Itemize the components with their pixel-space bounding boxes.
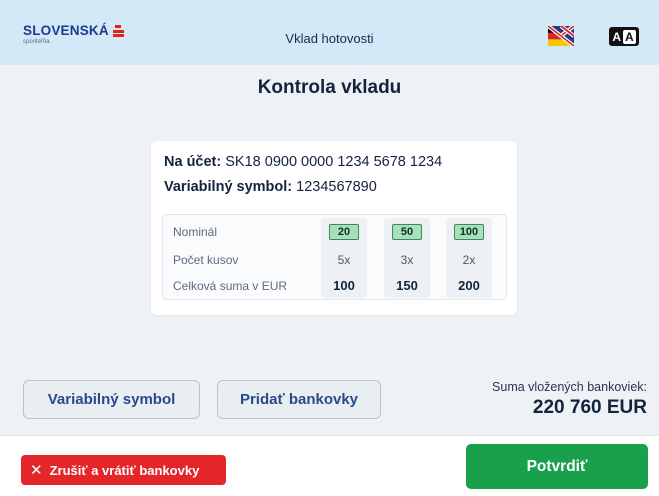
variable-symbol-label: Variabilný symbol: <box>164 179 293 195</box>
total-value: 100 <box>333 278 355 293</box>
total-value: 150 <box>396 278 418 293</box>
cancel-return-button[interactable]: ✕ Zrušiť a vrátiť bankovky <box>21 455 226 485</box>
banknotes-table: Nominál Počet kusov Celková suma v EUR 2… <box>162 214 507 300</box>
row-label-total: Celková suma v EUR <box>173 279 288 293</box>
denomination-badge: 50 <box>392 224 422 240</box>
count-value: 3x <box>400 253 414 267</box>
variable-symbol-line: Variabilný symbol: 1234567890 <box>164 179 377 195</box>
count-value: 2x <box>462 253 476 267</box>
account-label: Na účet: <box>164 154 222 170</box>
account-value: SK18 0900 0000 1234 5678 1234 <box>225 154 443 170</box>
deposit-sum-value: 220 760 EUR <box>532 397 647 418</box>
total-value: 200 <box>458 278 480 293</box>
variable-symbol-value: 1234567890 <box>296 179 377 195</box>
uk-flag-icon[interactable] <box>548 26 574 46</box>
close-icon: ✕ <box>30 461 43 479</box>
header-bar: SLOVENSKÁ sporiteľňa Vklad hotovosti A A <box>0 0 659 65</box>
confirm-button[interactable]: Potvrdiť <box>466 444 648 489</box>
text-size-label-large: A <box>623 29 636 44</box>
text-size-button[interactable]: A A <box>609 27 639 46</box>
deposit-sum-caption: Suma vložených bankoviek: <box>492 380 647 394</box>
count-value: 5x <box>337 253 351 267</box>
row-label-count: Počet kusov <box>173 253 239 267</box>
account-line: Na účet: SK18 0900 0000 1234 5678 1234 <box>164 154 442 170</box>
variable-symbol-button[interactable]: Variabilný symbol <box>23 380 200 419</box>
cancel-label: Zrušiť a vrátiť bankovky <box>49 462 200 478</box>
page-title: Kontrola vkladu <box>257 77 402 98</box>
denomination-badge: 100 <box>454 224 484 240</box>
deposit-summary-card: Na účet: SK18 0900 0000 1234 5678 1234 V… <box>151 141 517 315</box>
row-label-denomination: Nominál <box>173 225 218 239</box>
add-banknotes-button[interactable]: Pridať bankovky <box>217 380 381 419</box>
denomination-badge: 20 <box>329 224 359 240</box>
text-size-label-small: A <box>612 29 621 44</box>
